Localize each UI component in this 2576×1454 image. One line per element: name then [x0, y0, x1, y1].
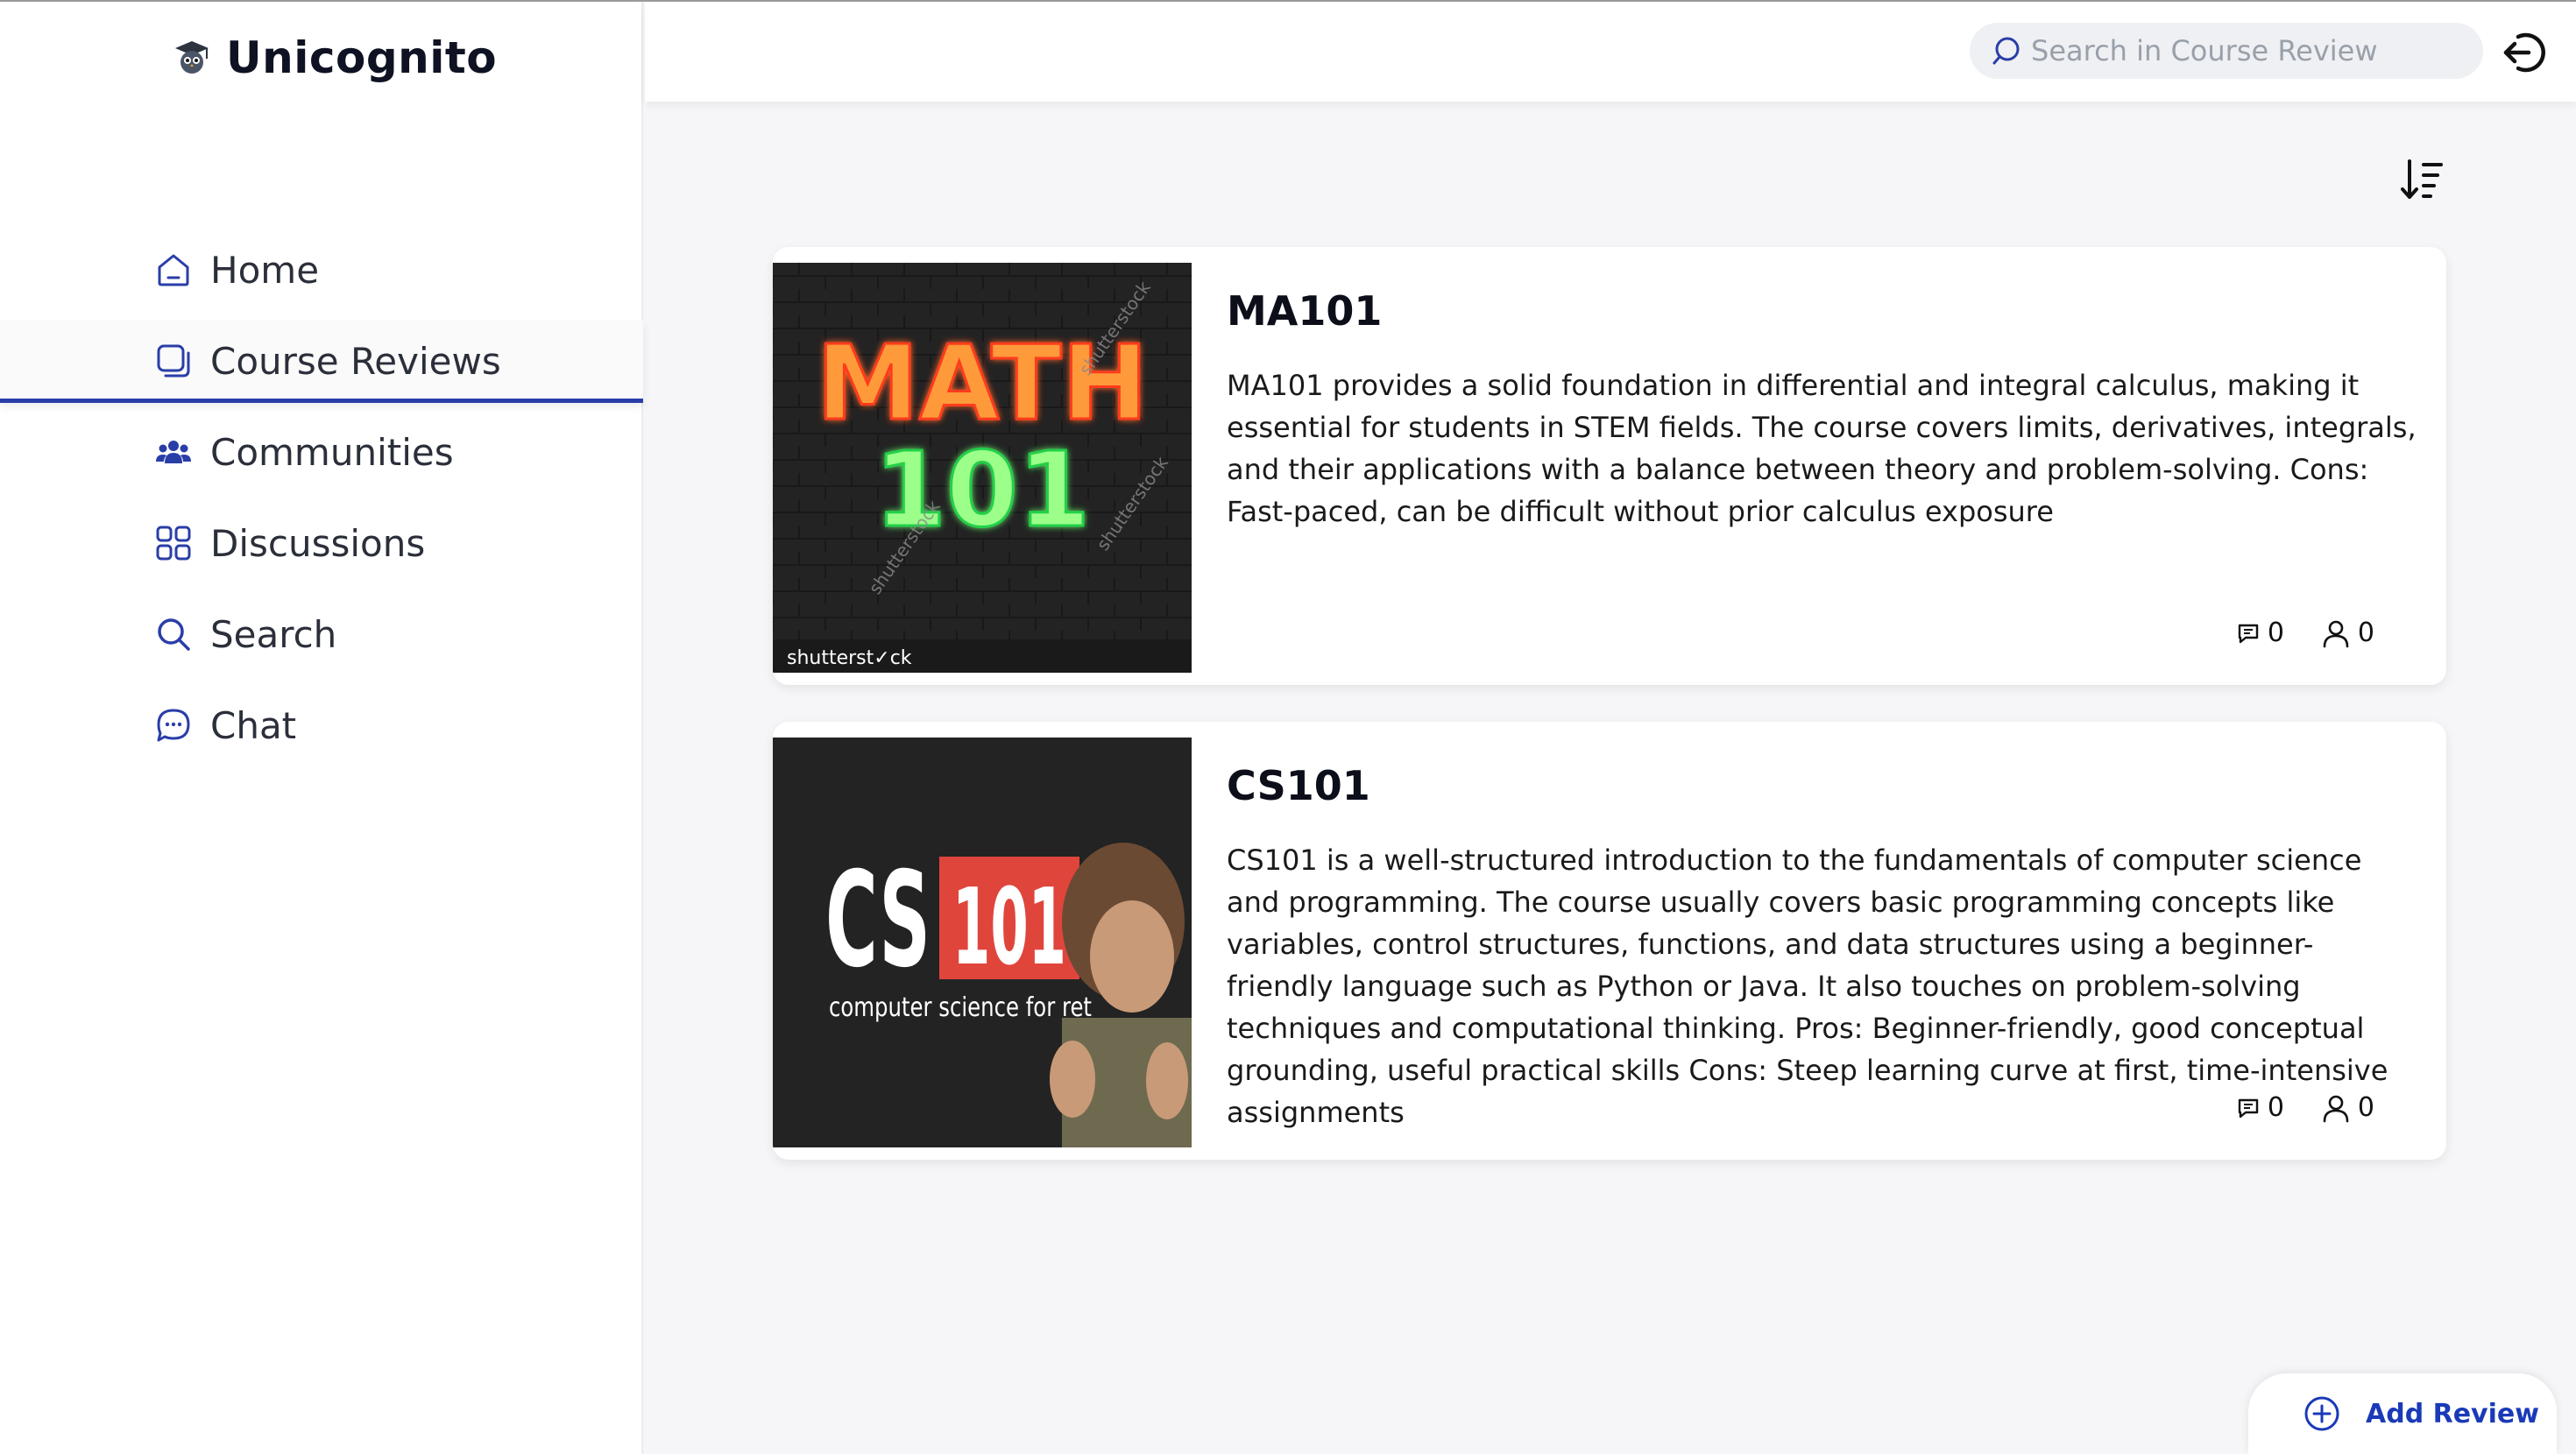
sidebar: Unicognito Home Course Reviews Communiti…: [0, 2, 643, 1454]
sidebar-item-label: Communities: [210, 430, 454, 474]
thumb-caption: computer science for ret: [829, 992, 1092, 1023]
home-icon: [154, 251, 193, 289]
review-card[interactable]: CS 101 computer science for ret CS101 CS…: [773, 722, 2446, 1160]
add-review-label: Add Review: [2366, 1398, 2539, 1429]
logout-icon: [2503, 32, 2545, 73]
sidebar-item-communities[interactable]: Communities: [0, 412, 643, 492]
search-bar[interactable]: [1970, 23, 2483, 79]
course-thumbnail: CS 101 computer science for ret: [773, 738, 1192, 1147]
chat-icon: [154, 706, 193, 745]
user-count: 0: [2321, 618, 2374, 648]
search-bubble-icon: [1992, 37, 2020, 65]
card-title: MA101: [1227, 287, 1383, 335]
sidebar-item-home[interactable]: Home: [0, 229, 643, 310]
app-name: Unicognito: [226, 32, 498, 83]
communities-icon: [154, 433, 193, 471]
search-input[interactable]: [2029, 33, 2467, 68]
sidebar-item-label: Chat: [210, 703, 297, 747]
comment-count-value: 0: [2267, 1092, 2284, 1123]
card-stats: 0 0: [2236, 1092, 2374, 1123]
comment-icon: [2238, 624, 2259, 643]
sidebar-item-label: Search: [210, 612, 337, 656]
sort-button[interactable]: [2397, 154, 2448, 205]
comment-count: 0: [2236, 1092, 2284, 1123]
sidebar-item-course-reviews[interactable]: Course Reviews: [0, 321, 643, 403]
sidebar-item-label: Course Reviews: [210, 339, 501, 383]
comment-icon: [2238, 1098, 2259, 1118]
logout-button[interactable]: [2497, 26, 2550, 79]
sidebar-item-discussions[interactable]: Discussions: [0, 503, 643, 583]
top-header: [645, 2, 2576, 102]
sort-descending-icon: [2401, 159, 2443, 199]
card-stats: 0 0: [2236, 618, 2374, 648]
card-title: CS101: [1227, 762, 1370, 809]
user-count-value: 0: [2357, 618, 2374, 648]
card-description: MA101 provides a solid foundation in dif…: [1227, 369, 2417, 528]
thumb-text-line2: 101: [952, 867, 1066, 989]
search-icon: [154, 615, 193, 653]
sidebar-item-chat[interactable]: Chat: [0, 685, 643, 766]
app-logo[interactable]: Unicognito: [172, 32, 498, 83]
graduation-owl-logo-icon: [175, 41, 209, 74]
course-reviews-icon: [154, 342, 193, 380]
sidebar-item-label: Home: [210, 248, 320, 292]
sidebar-nav: Home Course Reviews Communities Discussi…: [0, 229, 643, 776]
review-card[interactable]: MATH 101 shutterst✓ck shutterstock shutt…: [773, 247, 2446, 685]
sidebar-item-label: Discussions: [210, 521, 426, 565]
thumb-text-line1: CS: [825, 844, 931, 997]
user-count-value: 0: [2357, 1092, 2374, 1123]
course-thumbnail: MATH 101 shutterst✓ck shutterstock shutt…: [773, 263, 1192, 673]
card-description: CS101 is a well-structured introduction …: [1227, 843, 2388, 1129]
discussions-icon: [154, 524, 193, 562]
comment-count-value: 0: [2267, 618, 2284, 648]
add-circle-icon: [2304, 1396, 2339, 1431]
sidebar-item-search[interactable]: Search: [0, 594, 643, 674]
add-review-button[interactable]: Add Review: [2248, 1373, 2557, 1454]
cs-thumbnail-art: CS 101 computer science for ret: [773, 738, 1192, 1147]
comment-count: 0: [2236, 618, 2284, 648]
math-thumbnail-art: MATH 101 shutterst✓ck shutterstock shutt…: [773, 263, 1192, 673]
thumb-watermark-footer: shutterst✓ck: [787, 647, 912, 669]
user-icon: [2323, 620, 2349, 647]
user-icon: [2323, 1095, 2349, 1122]
user-count: 0: [2321, 1092, 2374, 1123]
